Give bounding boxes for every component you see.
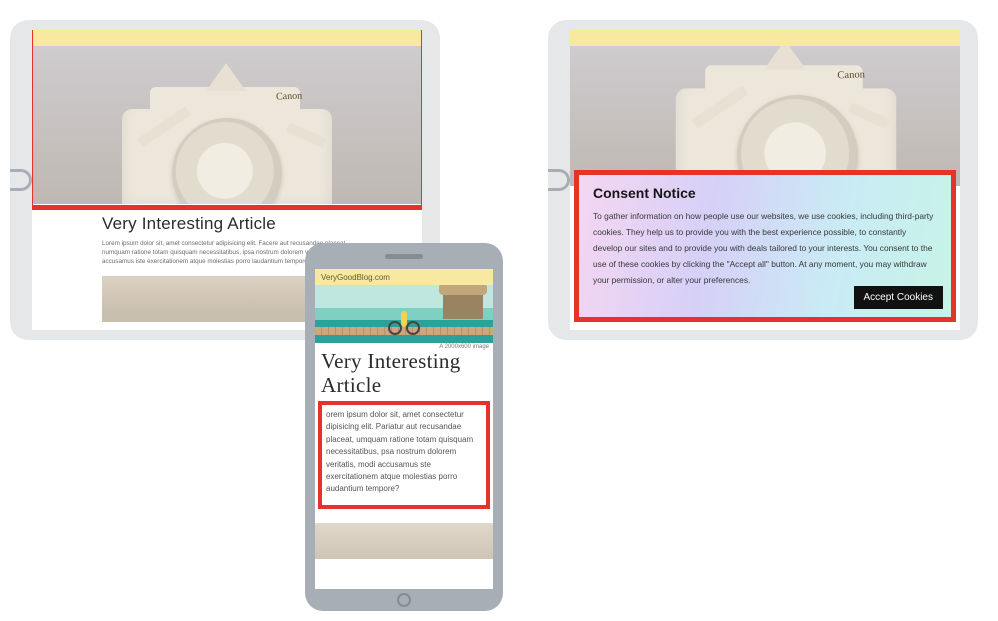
tablet-home-button[interactable] [548, 169, 570, 191]
lcp-highlight-box: Consent Notice To gather information on … [574, 170, 956, 322]
phone-device: VeryGoodBlog.com A 2000x600 image Very I… [305, 243, 503, 611]
article-body-text: orem ipsum dolor sit, amet consectetur d… [326, 409, 482, 496]
hero-image: Canon [570, 46, 960, 186]
lcp-highlight-box [32, 30, 422, 210]
lcp-highlight-box: orem ipsum dolor sit, amet consectetur d… [318, 401, 490, 509]
site-name-bar: VeryGoodBlog.com [315, 269, 493, 285]
tablet-home-button[interactable] [10, 169, 32, 191]
article-title: Very Interesting Article [315, 350, 493, 401]
hero-image [315, 285, 493, 343]
camera-photo-illustration: Canon [570, 46, 960, 186]
tablet-right-screen: Canon Consent Notice To gather informati… [570, 30, 960, 330]
camera-brand-label: Canon [837, 69, 865, 81]
phone-speaker [385, 254, 423, 259]
consent-body-text: To gather information on how people use … [593, 209, 937, 289]
consent-title: Consent Notice [593, 185, 937, 201]
site-header-bar [570, 30, 960, 46]
phone-screen: VeryGoodBlog.com A 2000x600 image Very I… [315, 269, 493, 589]
phone-home-button[interactable] [397, 593, 411, 607]
accept-cookies-button[interactable]: Accept Cookies [854, 286, 943, 309]
cookie-consent-banner: Consent Notice To gather information on … [579, 175, 951, 317]
beach-photo-illustration [315, 285, 493, 343]
tablet-device-right: Canon Consent Notice To gather informati… [548, 20, 978, 340]
secondary-image [315, 523, 493, 559]
article-title: Very Interesting Article [102, 214, 352, 234]
